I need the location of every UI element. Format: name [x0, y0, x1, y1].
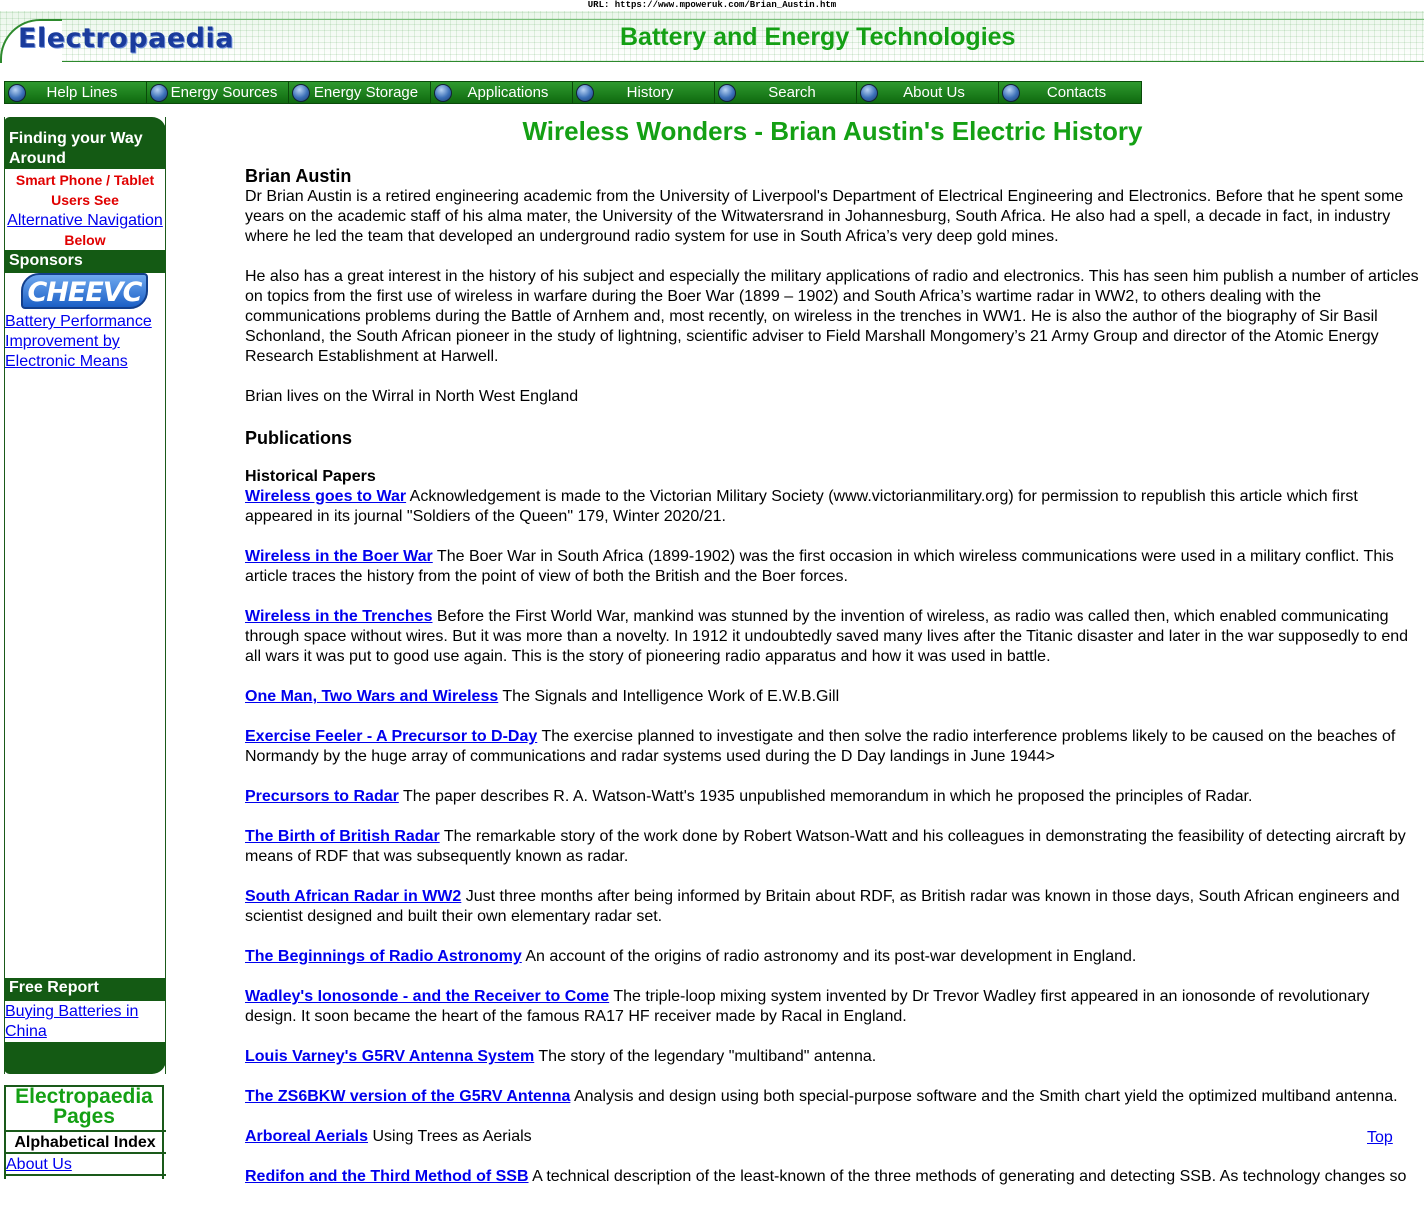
bio-paragraph: He also has a great interest in the hist…: [245, 268, 1419, 365]
site-logo[interactable]: Electropaedia: [18, 23, 234, 54]
paper-entry: Louis Varney's G5RV Antenna System The s…: [245, 1047, 1421, 1067]
paper-entry: South African Radar in WW2 Just three mo…: [245, 887, 1421, 927]
publications-heading: Publications: [245, 428, 353, 448]
orb-icon: [150, 83, 168, 102]
orb-icon: [1002, 83, 1020, 102]
nav-label: Energy Storage: [313, 84, 419, 101]
orb-icon: [860, 83, 878, 102]
paper-description: Using Trees as Aerials: [368, 1128, 532, 1145]
orb-icon: [718, 83, 736, 102]
alphabetical-index[interactable]: Alphabetical Index: [4, 1130, 166, 1152]
nav-label: Contacts: [1046, 84, 1107, 101]
sponsor-link[interactable]: Battery Performance Improvement by Elect…: [5, 312, 163, 372]
smart-phone-note: Smart Phone / Tablet: [15, 172, 155, 188]
paper-description: A technical description of the least-kno…: [528, 1168, 1407, 1185]
nav-contacts[interactable]: Contacts: [999, 82, 1141, 103]
paper-description: Analysis and design using both special-p…: [570, 1088, 1398, 1105]
alt-nav-link[interactable]: Alternative Navigation: [4, 212, 166, 230]
paper-entry: The Birth of British Radar The remarkabl…: [245, 827, 1421, 867]
orb-icon: [576, 83, 594, 102]
paper-entry: Wadley's Ionosonde - and the Receiver to…: [245, 987, 1421, 1027]
paper-description: The story of the legendary "multiband" a…: [534, 1048, 877, 1065]
site-title: Battery and Energy Technologies: [620, 23, 1016, 51]
paper-link[interactable]: South African Radar in WW2: [245, 888, 461, 905]
paper-link[interactable]: Precursors to Radar: [245, 788, 399, 805]
orb-icon: [434, 83, 452, 102]
paper-link[interactable]: Exercise Feeler - A Precursor to D-Day: [245, 728, 537, 745]
pages-row-about: About Us: [4, 1152, 166, 1174]
sponsors-heading: Sponsors: [9, 252, 83, 269]
paper-description: The paper describes R. A. Watson-Watt's …: [398, 788, 1253, 805]
site-header: Electropaedia Battery and Energy Technol…: [0, 11, 1424, 63]
paper-link[interactable]: Wireless in the Trenches: [245, 608, 432, 625]
sidebar-cap-bottom: [4, 1042, 166, 1074]
pages-title: Electropaedia Pages: [15, 1085, 153, 1128]
paper-link[interactable]: Wadley's Ionosonde - and the Receiver to…: [245, 988, 609, 1005]
paper-link[interactable]: The Beginnings of Radio Astronomy: [245, 948, 522, 965]
free-report-heading: Free Report: [9, 979, 99, 996]
sponsor-logo[interactable]: CHEEVC: [21, 273, 148, 309]
paper-link[interactable]: Arboreal Aerials: [245, 1128, 368, 1145]
nav-help-lines[interactable]: Help Lines: [5, 82, 147, 103]
orb-icon: [292, 83, 310, 102]
paper-entry: Wireless in the Trenches Before the Firs…: [245, 607, 1421, 667]
historical-papers-heading: Historical Papers: [245, 468, 376, 485]
paper-entry: Precursors to Radar The paper describes …: [245, 787, 1421, 807]
paper-description: An account of the origins of radio astro…: [521, 948, 1137, 965]
page-title: Wireless Wonders - Brian Austin's Electr…: [522, 116, 1143, 146]
paper-description: Acknowledgement is made to the Victorian…: [245, 488, 1358, 525]
nav-label: Applications: [467, 84, 549, 101]
orb-icon: [8, 83, 26, 102]
main-nav: Help Lines Energy Sources Energy Storage…: [4, 81, 1142, 104]
paper-link[interactable]: Wireless goes to War: [245, 488, 406, 505]
header-rule: [45, 19, 1424, 20]
paper-link[interactable]: Wireless in the Boer War: [245, 548, 433, 565]
paper-link[interactable]: Louis Varney's G5RV Antenna System: [245, 1048, 534, 1065]
paper-entry: Arboreal Aerials Using Trees as Aerials: [245, 1127, 1421, 1147]
nav-label: Energy Sources: [170, 84, 278, 101]
paper-entry: The Beginnings of Radio Astronomy An acc…: [245, 947, 1421, 967]
top-link[interactable]: Top: [1367, 1129, 1393, 1147]
nav-search[interactable]: Search: [715, 82, 857, 103]
paper-description: The Signals and Intelligence Work of E.W…: [498, 688, 840, 705]
paper-link[interactable]: The Birth of British Radar: [245, 828, 440, 845]
nav-about-us[interactable]: About Us: [857, 82, 999, 103]
nav-energy-storage[interactable]: Energy Storage: [289, 82, 431, 103]
paper-entry: Redifon and the Third Method of SSB A te…: [245, 1167, 1421, 1187]
nav-label: History: [626, 84, 674, 101]
paper-link[interactable]: The ZS6BKW version of the G5RV Antenna: [245, 1088, 570, 1105]
url-strip: URL: https://www.mpoweruk.com/Brian_Aust…: [587, 0, 837, 10]
free-report-link[interactable]: Buying Batteries in China: [5, 1002, 163, 1042]
below-note: Below: [64, 232, 106, 248]
paper-link[interactable]: Redifon and the Third Method of SSB: [245, 1168, 529, 1185]
nav-energy-sources[interactable]: Energy Sources: [147, 82, 289, 103]
nav-history[interactable]: History: [573, 82, 715, 103]
bio-paragraph: Brian lives on the Wirral in North West …: [245, 388, 579, 405]
nav-label: Help Lines: [46, 84, 118, 101]
pages-row-next: [4, 1174, 166, 1196]
paper-link[interactable]: One Man, Two Wars and Wireless: [245, 688, 498, 705]
main-content: Brian Austin Dr Brian Austin is a retire…: [245, 165, 1421, 1207]
paper-entry: One Man, Two Wars and Wireless The Signa…: [245, 687, 1421, 707]
bio-paragraph: Dr Brian Austin is a retired engineering…: [245, 188, 1404, 245]
nav-label: Search: [768, 84, 816, 101]
paper-entry: Wireless goes to War Acknowledgement is …: [245, 487, 1421, 527]
about-us-link[interactable]: About Us: [6, 1156, 72, 1173]
paper-entry: The ZS6BKW version of the G5RV Antenna A…: [245, 1087, 1421, 1107]
sidebar-heading-finding: Finding your Way Around: [9, 130, 143, 167]
paper-entry: Exercise Feeler - A Precursor to D-Day T…: [245, 727, 1421, 767]
nav-applications[interactable]: Applications: [431, 82, 573, 103]
smart-phone-note-2: Users See: [51, 192, 119, 208]
nav-label: About Us: [903, 84, 965, 101]
author-heading: Brian Austin: [245, 166, 352, 186]
paper-entry: Wireless in the Boer War The Boer War in…: [245, 547, 1421, 587]
